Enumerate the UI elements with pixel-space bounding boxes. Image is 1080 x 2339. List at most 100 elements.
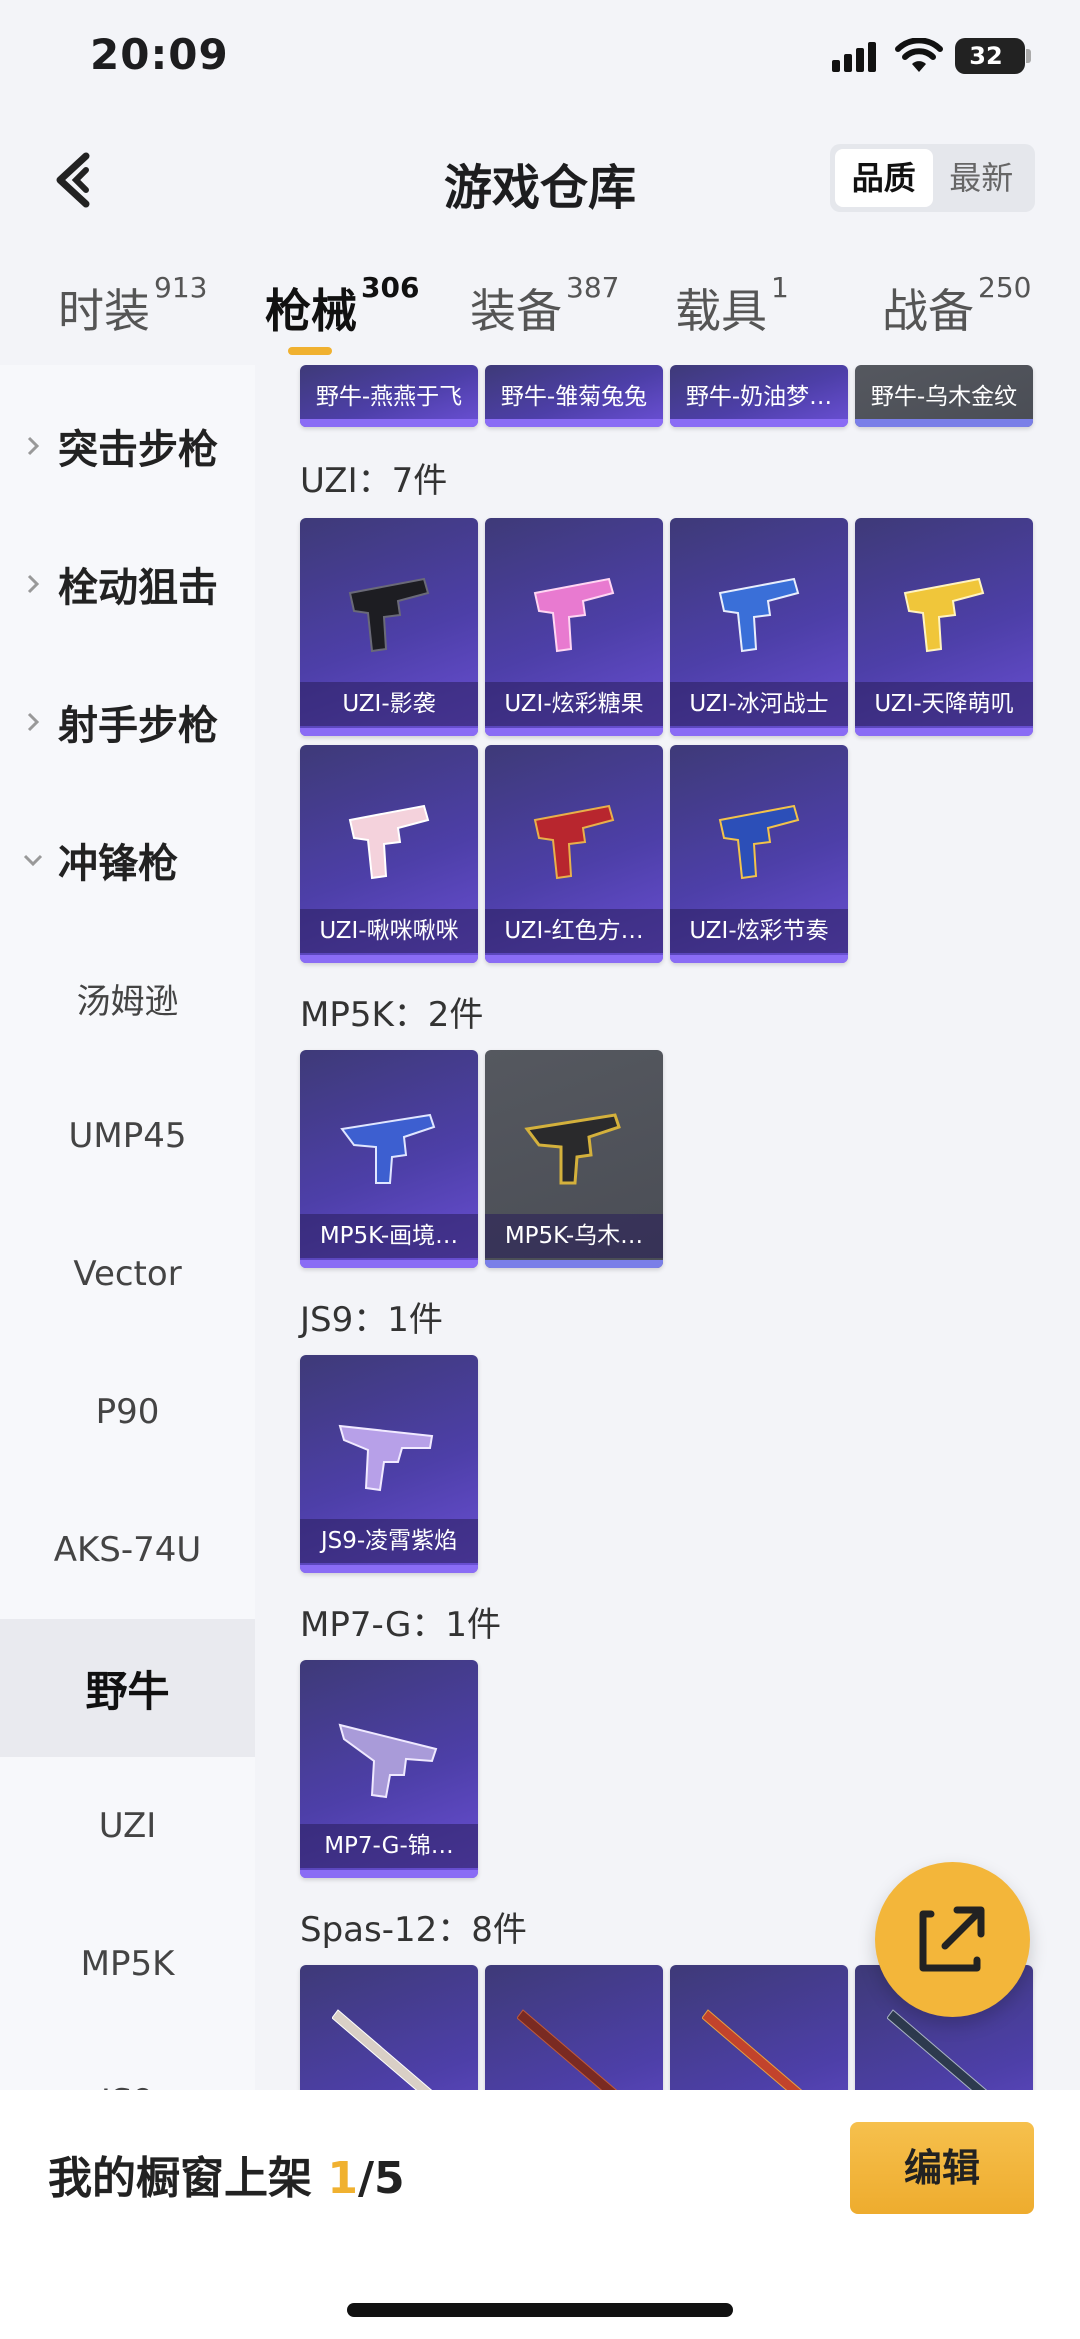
bottom-bar: 我的橱窗上架 1/5 编辑: [0, 2090, 1080, 2339]
skin-name: UZI-红色方…: [485, 909, 663, 953]
sidebar-item-vector[interactable]: Vector: [0, 1205, 255, 1343]
tab-fashion[interactable]: 时装 913: [58, 271, 207, 341]
chevron-right-icon: [27, 712, 40, 732]
skin-card[interactable]: MP5K-画境…: [300, 1050, 478, 1268]
skin-name: MP5K-乌木…: [485, 1214, 663, 1258]
skin-card[interactable]: UZI-炫彩糖果: [485, 518, 663, 736]
shotgun-icon: [517, 2009, 618, 2090]
skin-name: 野牛-奶油梦…: [685, 384, 833, 410]
section-title: Spas-12：8件: [300, 1910, 527, 1950]
skin-card[interactable]: [485, 1965, 663, 2090]
tab-vehicles[interactable]: 载具 1: [675, 271, 789, 341]
skin-card[interactable]: UZI-天降萌叽: [855, 518, 1033, 736]
rarity-bar: [670, 955, 848, 963]
sort-toggle: 品质 最新: [830, 144, 1035, 212]
chevron-right-icon: [27, 574, 40, 594]
skin-card[interactable]: MP5K-乌木…: [485, 1050, 663, 1268]
edit-button[interactable]: 编辑: [850, 2122, 1034, 2214]
rarity-bar: [855, 728, 1033, 736]
uzi-gun-icon: [718, 804, 800, 880]
share-icon: [919, 1906, 985, 1972]
tab-count: 250: [978, 270, 1032, 304]
rarity-bar: [300, 1870, 478, 1878]
chevron-down-icon: [23, 854, 43, 867]
js9-gun-icon: [338, 1424, 434, 1492]
skin-card[interactable]: UZI-冰河战士: [670, 518, 848, 736]
battery-level: 32: [969, 42, 1003, 70]
section-title: JS9：1件: [300, 1300, 443, 1340]
tab-equipment[interactable]: 装备 387: [470, 271, 619, 341]
section-title: MP5K：2件: [300, 995, 484, 1035]
skin-card[interactable]: MP7-G-锦…: [300, 1660, 478, 1878]
rarity-bar: [485, 1260, 663, 1268]
active-tab-indicator: [288, 347, 332, 355]
skin-name: UZI-炫彩节奏: [670, 909, 848, 953]
sidebar-item-bolt-sniper[interactable]: 栓动狙击: [0, 515, 255, 653]
skin-card[interactable]: 野牛-乌木金纹: [855, 365, 1033, 427]
sidebar-item-uzi[interactable]: UZI: [0, 1757, 255, 1895]
category-tabs: 时装 913 枪械 306 装备 387 载具 1 战备 250: [0, 265, 1080, 365]
home-indicator: [347, 2303, 733, 2317]
sidebar-item-assault-rifle[interactable]: 突击步枪: [0, 377, 255, 515]
skin-card[interactable]: 野牛-燕燕于飞: [300, 365, 478, 427]
skin-card[interactable]: UZI-影袭: [300, 518, 478, 736]
rarity-bar: [300, 955, 478, 963]
chevron-right-icon: [27, 436, 40, 456]
tab-count: 387: [566, 270, 620, 304]
sidebar-item-js9[interactable]: JS9: [0, 2033, 255, 2090]
sidebar-item-thompson[interactable]: 汤姆逊: [0, 929, 255, 1067]
skin-card[interactable]: UZI-炫彩节奏: [670, 745, 848, 963]
tab-guns[interactable]: 枪械 306: [265, 271, 419, 341]
uzi-gun-icon: [718, 577, 800, 653]
skin-card[interactable]: UZI-红色方…: [485, 745, 663, 963]
battery-icon: 32: [955, 38, 1025, 74]
skin-card[interactable]: [670, 1965, 848, 2090]
mp5k-gun-icon: [524, 1113, 621, 1185]
sidebar-item-bizon[interactable]: 野牛: [0, 1619, 255, 1757]
status-bar: 20:09 32: [0, 0, 1080, 120]
skin-name: UZI-天降萌叽: [855, 682, 1033, 726]
rarity-bar: [300, 728, 478, 736]
skin-card[interactable]: [300, 1965, 478, 2090]
skin-name: 野牛-雏菊兔兔: [500, 384, 648, 410]
tab-count: 913: [154, 270, 208, 304]
skin-card[interactable]: UZI-啾咪啾咪: [300, 745, 478, 963]
wifi-icon: [895, 38, 943, 72]
skin-name: MP7-G-锦…: [300, 1824, 478, 1868]
skin-name: 野牛-燕燕于飞: [315, 384, 463, 410]
skin-card[interactable]: 野牛-雏菊兔兔: [485, 365, 663, 427]
sidebar-item-smg[interactable]: 冲锋枪: [0, 791, 255, 929]
mp7-gun-icon: [338, 1723, 438, 1799]
sidebar-item-label: 射手步枪: [58, 703, 218, 749]
sidebar-item-mp5k[interactable]: MP5K: [0, 1895, 255, 2033]
skin-name: UZI-炫彩糖果: [485, 682, 663, 726]
share-button[interactable]: [875, 1862, 1030, 2017]
skin-name: MP5K-画境…: [300, 1214, 478, 1258]
signal-icon: [832, 42, 876, 72]
rarity-bar: [485, 955, 663, 963]
status-time: 20:09: [90, 30, 229, 79]
sidebar-item-aks74u[interactable]: AKS-74U: [0, 1481, 255, 1619]
rarity-bar: [485, 728, 663, 736]
sidebar-item-label: 突击步枪: [58, 427, 218, 473]
sidebar-item-label: 冲锋枪: [58, 841, 178, 887]
skin-card[interactable]: JS9-凌霄紫焰: [300, 1355, 478, 1573]
tab-label: 装备: [470, 284, 562, 338]
sidebar-item-marksman-rifle[interactable]: 射手步枪: [0, 653, 255, 791]
sidebar-item-ump45[interactable]: UMP45: [0, 1067, 255, 1205]
section-title: MP7-G：1件: [300, 1605, 501, 1645]
sidebar: 突击步枪 栓动狙击 射手步枪 冲锋枪 汤姆逊 UMP45 Vector P90 …: [0, 365, 255, 2090]
sort-quality-button[interactable]: 品质: [835, 149, 933, 207]
rarity-bar: [670, 728, 848, 736]
skin-name: 野牛-乌木金纹: [870, 384, 1018, 410]
sort-newest-button[interactable]: 最新: [933, 149, 1031, 207]
skin-name: UZI-啾咪啾咪: [300, 909, 478, 953]
skin-card[interactable]: 野牛-奶油梦…: [670, 365, 848, 427]
showcase-total: /5: [357, 2153, 405, 2204]
shotgun-icon: [332, 2009, 433, 2090]
shotgun-icon: [702, 2009, 803, 2090]
tab-label: 载具: [675, 284, 767, 338]
showcase-current: 1: [327, 2153, 358, 2204]
tab-supplies[interactable]: 战备 250: [882, 271, 1031, 341]
sidebar-item-p90[interactable]: P90: [0, 1343, 255, 1481]
